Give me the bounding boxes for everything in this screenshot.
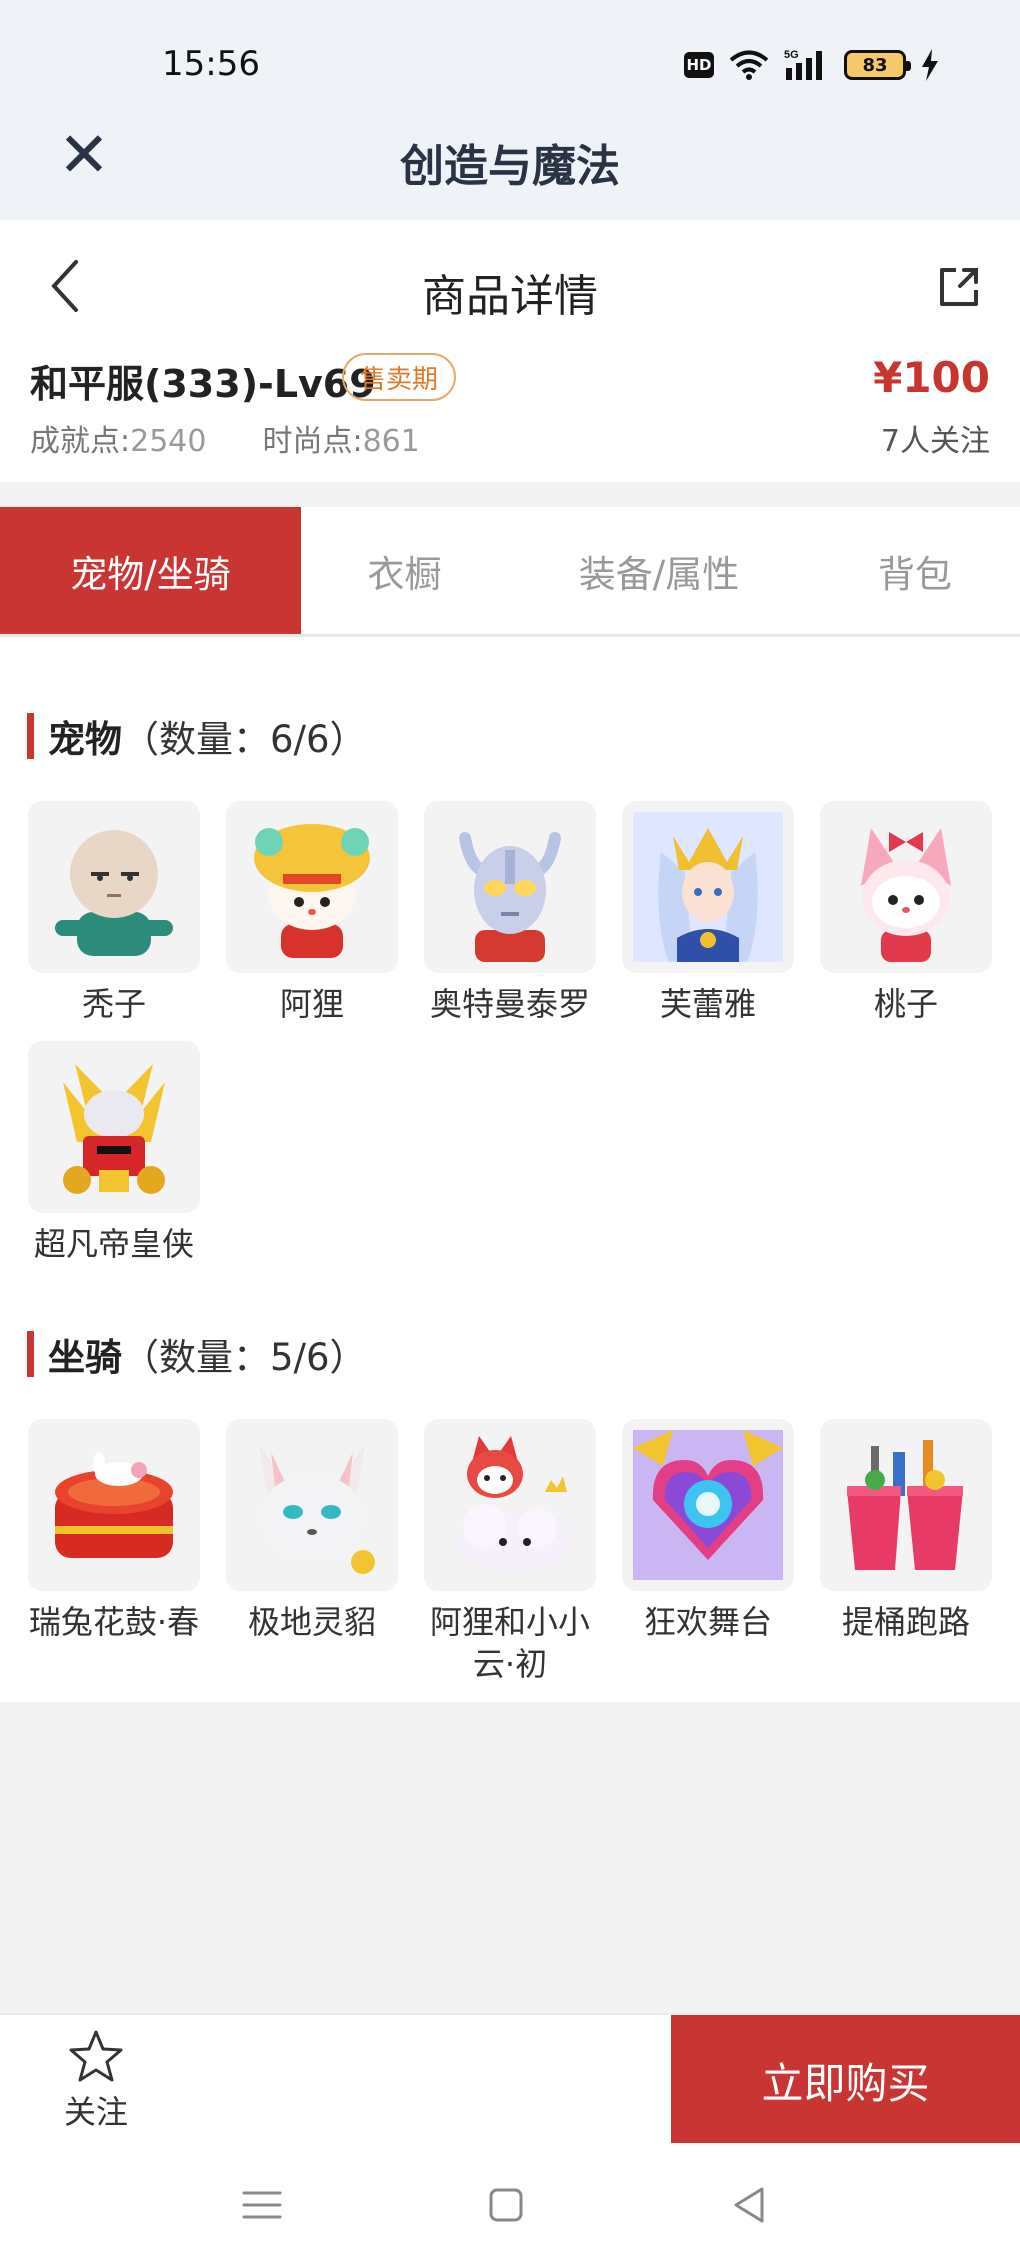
wifi-icon [729, 50, 769, 80]
fashion-points: 时尚点:861 [262, 424, 420, 459]
pet-item[interactable]: 超凡帝皇侠 [26, 1041, 202, 1265]
product-price: ¥100 [873, 353, 990, 402]
status-badge: 售卖期 [342, 353, 457, 401]
ali-lion-pet-icon [226, 801, 398, 973]
mounts-section-title: 坐骑 （数量：5/6） [27, 1327, 367, 1381]
signal-icon: 5G [784, 49, 822, 80]
star-icon [69, 2030, 123, 2082]
pet-name: 阿狸 [279, 985, 344, 1023]
menu-icon[interactable] [234, 2177, 290, 2233]
share-icon[interactable] [936, 264, 982, 310]
section-accent [27, 713, 34, 759]
network-label: 5G [784, 49, 799, 61]
follower-count: 7人关注 [880, 424, 990, 459]
pet-item[interactable]: 奥特曼泰罗 [422, 801, 598, 1025]
tab-wardrobe[interactable]: 衣橱 [301, 507, 508, 634]
product-header: 商品详情 和平服(333)-Lv69 售卖期 ¥100 成就点:2540 时尚点… [0, 220, 1020, 482]
mount-name: 极地灵貂 [247, 1603, 376, 1641]
pet-item[interactable]: 秃子 [26, 801, 202, 1025]
emperor-knight-pet-icon [28, 1041, 200, 1213]
mount-name: 阿狸和小小云·初 [429, 1603, 590, 1683]
peach-pet-icon [820, 801, 992, 973]
mount-item[interactable]: 狂欢舞台 [620, 1419, 796, 1643]
follow-button[interactable]: 关注 [48, 2027, 144, 2133]
charging-icon [922, 49, 938, 81]
freya-pet-icon [622, 801, 794, 973]
rabbit-drum-mount-icon [28, 1419, 200, 1591]
window-title-bar: ✕ 创造与魔法 [0, 110, 1020, 220]
section-accent [27, 1331, 34, 1377]
pet-item[interactable]: 芙蕾雅 [620, 801, 796, 1025]
home-icon[interactable] [478, 2177, 534, 2233]
buy-now-button[interactable]: 立即购买 [671, 2015, 1020, 2145]
bottom-action-bar: 关注 立即购买 [0, 2013, 1020, 2145]
ultraman-taro-pet-icon [424, 801, 596, 973]
window-title: 创造与魔法 [400, 141, 620, 192]
mount-item[interactable]: 阿狸和小小云·初 [422, 1419, 598, 1685]
pet-name: 超凡帝皇侠 [33, 1225, 194, 1263]
follow-label: 关注 [63, 2093, 128, 2131]
pet-item[interactable]: 阿狸 [224, 801, 400, 1025]
pet-name: 桃子 [873, 985, 938, 1023]
mount-item[interactable]: 极地灵貂 [224, 1419, 400, 1643]
product-name: 和平服(333)-Lv69 [30, 362, 376, 406]
status-icons: HD 5G 83 [684, 48, 940, 82]
pet-name: 秃子 [81, 985, 146, 1023]
mount-item[interactable]: 瑞兔花鼓·春 [26, 1419, 202, 1643]
tab-pets-mounts[interactable]: 宠物/坐骑 [0, 507, 301, 634]
tab-equipment[interactable]: 装备/属性 [508, 507, 810, 634]
mount-name: 瑞兔花鼓·春 [28, 1603, 200, 1641]
page-title: 商品详情 [422, 271, 598, 322]
hd-icon: HD [684, 52, 714, 78]
back-icon[interactable] [722, 2177, 778, 2233]
mount-name: 狂欢舞台 [643, 1603, 772, 1641]
achievement-points: 成就点:2540 [30, 424, 207, 459]
polar-mink-mount-icon [226, 1419, 398, 1591]
pet-item[interactable]: 桃子 [818, 801, 994, 1025]
system-nav-bar [0, 2143, 1020, 2267]
carnival-stage-mount-icon [622, 1419, 794, 1591]
mount-item[interactable]: 提桶跑路 [818, 1419, 994, 1643]
battery-level: 83 [862, 54, 888, 76]
category-tabs: 宠物/坐骑 衣橱 装备/属性 背包 [0, 507, 1020, 637]
pets-mounts-panel: 宠物 （数量：6/6） 秃子 阿狸 奥特曼泰罗 芙蕾雅 桃子 超凡帝皇侠 坐骑 … [0, 637, 1020, 1702]
status-time: 15:56 [162, 44, 260, 84]
mount-name: 提桶跑路 [841, 1603, 970, 1641]
ali-cloud-mount-icon [424, 1419, 596, 1591]
product-stats: 成就点:2540 时尚点:861 [30, 416, 420, 460]
pet-name: 奥特曼泰罗 [429, 985, 590, 1023]
status-bar: 15:56 HD 5G 83 [0, 0, 1020, 110]
bucket-run-mount-icon [820, 1419, 992, 1591]
bald-boy-pet-icon [28, 801, 200, 973]
tab-backpack[interactable]: 背包 [810, 507, 1020, 634]
pets-section-title: 宠物 （数量：6/6） [27, 709, 367, 763]
pet-name: 芙蕾雅 [659, 985, 756, 1023]
battery-icon: 83 [844, 50, 911, 80]
